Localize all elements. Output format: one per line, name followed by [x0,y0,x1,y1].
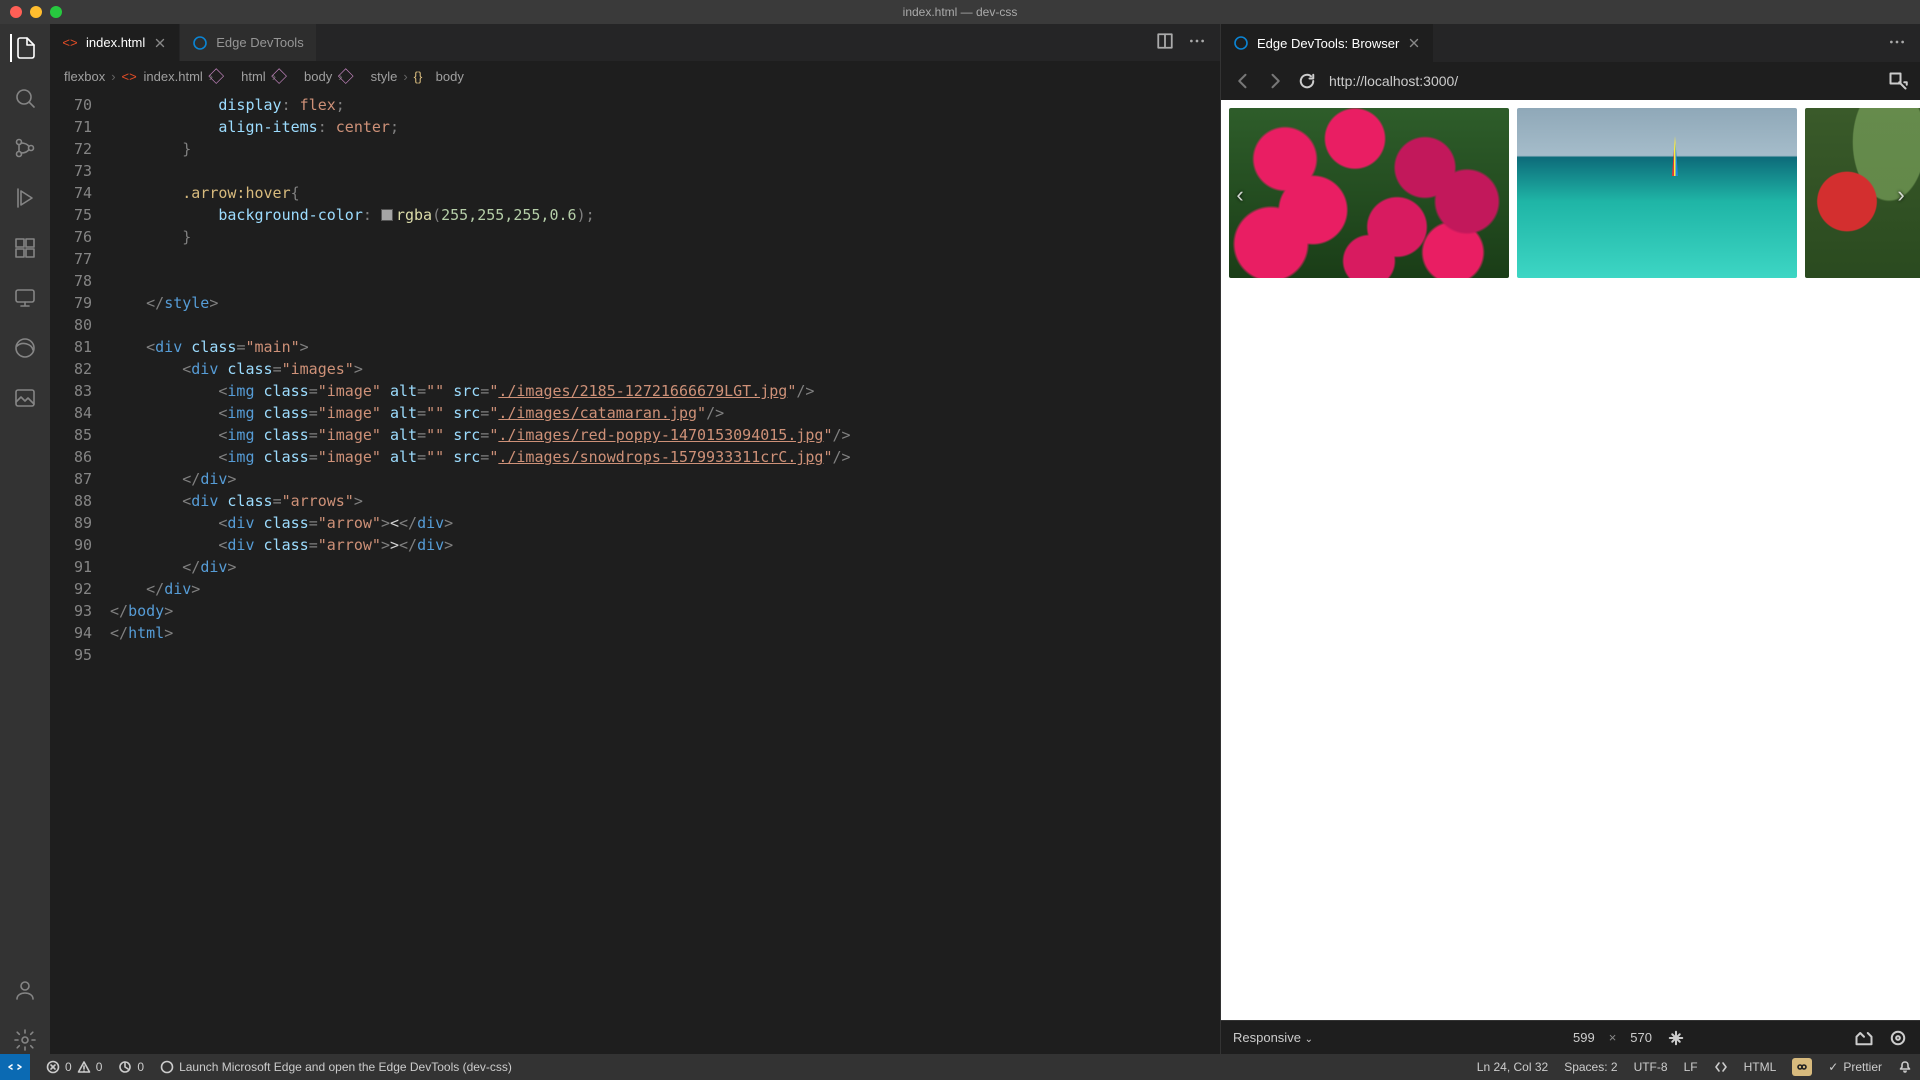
window-title: index.html — dev-css [903,5,1018,19]
launch-edge-button[interactable]: Launch Microsoft Edge and open the Edge … [160,1060,512,1074]
run-debug-icon[interactable] [11,184,39,212]
breadcrumb-item[interactable]: index.html [144,69,203,84]
status-bar: 0 0 0 Launch Microsoft Edge and open the… [0,1054,1920,1080]
browser-tabs: Edge DevTools: Browser [1221,24,1920,62]
copilot-icon[interactable] [1792,1058,1812,1076]
brackets-icon: ⃟ [282,68,298,84]
minimize-window-button[interactable] [30,6,42,18]
problems-button[interactable]: 0 0 [46,1060,102,1074]
brackets-icon: ⃟ [349,68,365,84]
viewport-height[interactable]: 570 [1630,1030,1652,1045]
tab-close-icon[interactable] [1407,36,1421,50]
extensions-icon[interactable] [11,234,39,262]
reload-button[interactable] [1297,71,1317,91]
edge-icon [192,35,208,51]
eol-button[interactable]: LF [1684,1060,1698,1074]
tab-label: Edge DevTools [216,35,303,50]
code-content[interactable]: display: flex; align-items: center; } .a… [110,90,1220,1054]
check-icon: ✓ [1828,1060,1838,1074]
dimension-separator-icon: × [1609,1030,1617,1045]
back-button[interactable] [1233,71,1253,91]
cursor-position[interactable]: Ln 24, Col 32 [1477,1060,1548,1074]
ports-button[interactable]: 0 [118,1060,144,1074]
inspect-icon[interactable] [1888,71,1908,91]
browser-pane: Edge DevTools: Browser [1220,24,1920,1054]
editor-pane: <> index.html Edge DevTools [50,24,1220,1054]
more-actions-icon[interactable] [1188,32,1206,53]
remote-explorer-icon[interactable] [11,284,39,312]
prettier-button[interactable]: ✓ Prettier [1828,1060,1882,1074]
image-thumbnail [1517,108,1797,278]
tab-edge-browser[interactable]: Edge DevTools: Browser [1221,24,1434,62]
chevron-right-icon: › [209,69,213,84]
html-file-icon: <> [122,68,138,84]
browser-toolbar [1221,62,1920,100]
search-icon[interactable] [11,84,39,112]
brackets-icon: ⃟ [219,68,235,84]
language-mode-icon[interactable] [1714,1060,1728,1074]
edge-tools-icon[interactable] [11,334,39,362]
accounts-icon[interactable] [11,976,39,1004]
image-tool-icon[interactable] [11,384,39,412]
line-number-gutter: 7071727374757677787980818283848586878889… [50,90,110,1054]
traffic-lights [10,6,62,18]
device-toolbar: Responsive ⌄ 599 × 570 [1221,1020,1920,1054]
remote-indicator[interactable] [0,1054,30,1080]
tab-label: Edge DevTools: Browser [1257,36,1399,51]
chevron-right-icon: › [403,69,407,84]
tab-edge-devtools[interactable]: Edge DevTools [180,24,316,61]
source-control-icon[interactable] [11,134,39,162]
chevron-right-icon: › [272,69,276,84]
emulation-settings-icon[interactable] [1888,1028,1908,1048]
browser-viewport[interactable]: ‹ › [1221,100,1920,1020]
explorer-icon[interactable] [10,34,38,62]
tab-close-icon[interactable] [153,36,167,50]
breadcrumb-item[interactable]: flexbox [64,69,105,84]
encoding-button[interactable]: UTF-8 [1634,1060,1668,1074]
address-bar[interactable] [1329,73,1876,89]
carousel-next-arrow[interactable]: › [1890,180,1912,210]
breadcrumb[interactable]: flexbox › <> index.html › ⃟ html › ⃟ bod… [50,62,1220,90]
breadcrumb-item[interactable]: body [304,69,332,84]
device-select[interactable]: Responsive ⌄ [1233,1030,1313,1045]
edge-icon [1233,35,1249,51]
screenshot-icon[interactable] [1854,1028,1874,1048]
breadcrumb-item[interactable]: style [371,69,398,84]
html-file-icon: <> [62,35,78,51]
image-thumbnail [1229,108,1509,278]
forward-button[interactable] [1265,71,1285,91]
breadcrumb-item[interactable]: html [241,69,266,84]
close-window-button[interactable] [10,6,22,18]
viewport-width[interactable]: 599 [1573,1030,1595,1045]
settings-gear-icon[interactable] [11,1026,39,1054]
zoom-window-button[interactable] [50,6,62,18]
language-mode-button[interactable]: HTML [1744,1060,1777,1074]
css-rule-icon: {} [414,68,430,84]
notifications-icon[interactable] [1898,1060,1912,1074]
indentation-button[interactable]: Spaces: 2 [1564,1060,1617,1074]
editor-tabs: <> index.html Edge DevTools [50,24,1220,62]
chevron-right-icon: › [111,69,115,84]
more-actions-icon[interactable] [1888,33,1906,54]
rotate-icon[interactable] [1666,1028,1686,1048]
chevron-right-icon: › [338,69,342,84]
tab-index-html[interactable]: <> index.html [50,24,180,61]
chevron-down-icon: ⌄ [1305,1034,1313,1045]
breadcrumb-item[interactable]: body [436,69,464,84]
carousel-prev-arrow[interactable]: ‹ [1229,180,1251,210]
activity-bar [0,24,50,1054]
tab-label: index.html [86,35,145,50]
split-editor-icon[interactable] [1156,32,1174,53]
macos-titlebar: index.html — dev-css [0,0,1920,24]
code-editor[interactable]: 7071727374757677787980818283848586878889… [50,90,1220,1054]
